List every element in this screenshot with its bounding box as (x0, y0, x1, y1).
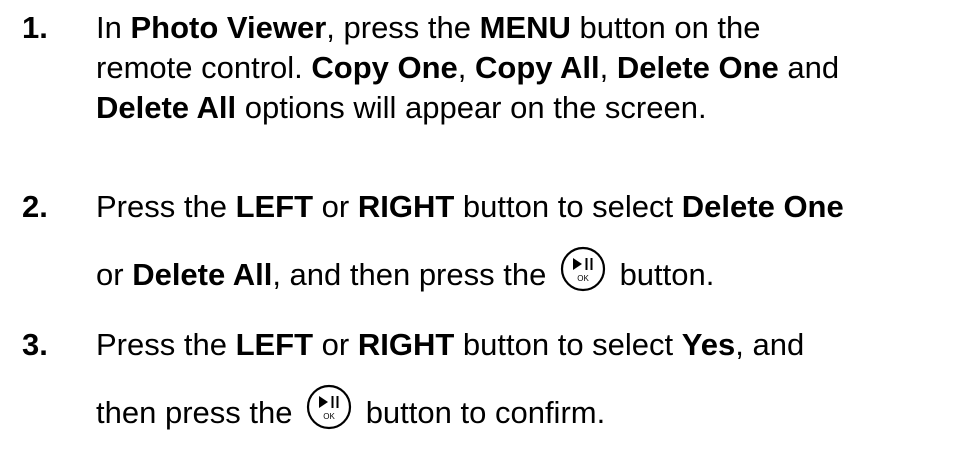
text-run: button to confirm. (357, 395, 606, 431)
bold-term: Delete One (681, 189, 844, 224)
text-run: button. (610, 257, 715, 293)
ok-icon-label: OK (323, 412, 335, 421)
bold-term: RIGHT (357, 327, 455, 362)
text-line: Press the LEFT or RIGHT button to select… (96, 187, 946, 227)
text-run: options will appear on the screen. (236, 90, 707, 125)
text-run: button to select (454, 327, 682, 362)
step-text: Press the LEFT or RIGHT button to select… (96, 325, 946, 439)
bold-term: Delete One (616, 50, 779, 85)
bold-term: Copy One (311, 50, 458, 85)
bold-term: Copy All (475, 50, 600, 85)
text-line: remote control. Copy One, Copy All, Dele… (96, 48, 946, 88)
step-number: 3. (22, 327, 48, 362)
bold-term: LEFT (235, 327, 314, 362)
text-run: button on the (570, 10, 761, 45)
text-run: Press the (96, 189, 236, 224)
step-number: 1. (22, 10, 48, 45)
step-text: Press the LEFT or RIGHT button to select… (96, 187, 946, 301)
text-line: In Photo Viewer, press the MENU button o… (96, 8, 946, 48)
text-run: , (599, 50, 617, 85)
text-run: remote control. (96, 50, 312, 85)
bold-term: Photo Viewer (130, 10, 327, 45)
bold-term: Delete All (132, 257, 273, 293)
text-run: or (313, 189, 358, 224)
text-line: or Delete All, and then press the OK but… (96, 246, 946, 301)
text-run: In (96, 10, 131, 45)
text-run: or (96, 257, 133, 293)
text-run: , (457, 50, 476, 85)
text-run: then press the (96, 395, 302, 431)
text-run: and (778, 50, 840, 85)
text-run: , press the (326, 10, 480, 45)
bold-term: Yes (681, 327, 736, 362)
play-pause-ok-button-icon: OK (305, 383, 353, 431)
text-run: Press the (96, 327, 236, 362)
text-line: Press the LEFT or RIGHT button to select… (96, 325, 946, 365)
bold-term: MENU (479, 10, 571, 45)
text-line: then press the OK button to confirm. (96, 384, 946, 439)
step-text: In Photo Viewer, press the MENU button o… (96, 8, 946, 128)
text-run: , and then press the (272, 257, 555, 293)
text-run: , and (735, 327, 805, 362)
text-run: button to select (454, 189, 682, 224)
text-line: Delete All options will appear on the sc… (96, 88, 946, 128)
bold-term: LEFT (235, 189, 314, 224)
bold-term: Delete All (96, 90, 237, 125)
ok-icon-label: OK (577, 274, 589, 283)
step-number: 2. (22, 189, 48, 224)
play-pause-ok-button-icon: OK (559, 245, 607, 293)
text-run: or (313, 327, 358, 362)
bold-term: RIGHT (357, 189, 455, 224)
